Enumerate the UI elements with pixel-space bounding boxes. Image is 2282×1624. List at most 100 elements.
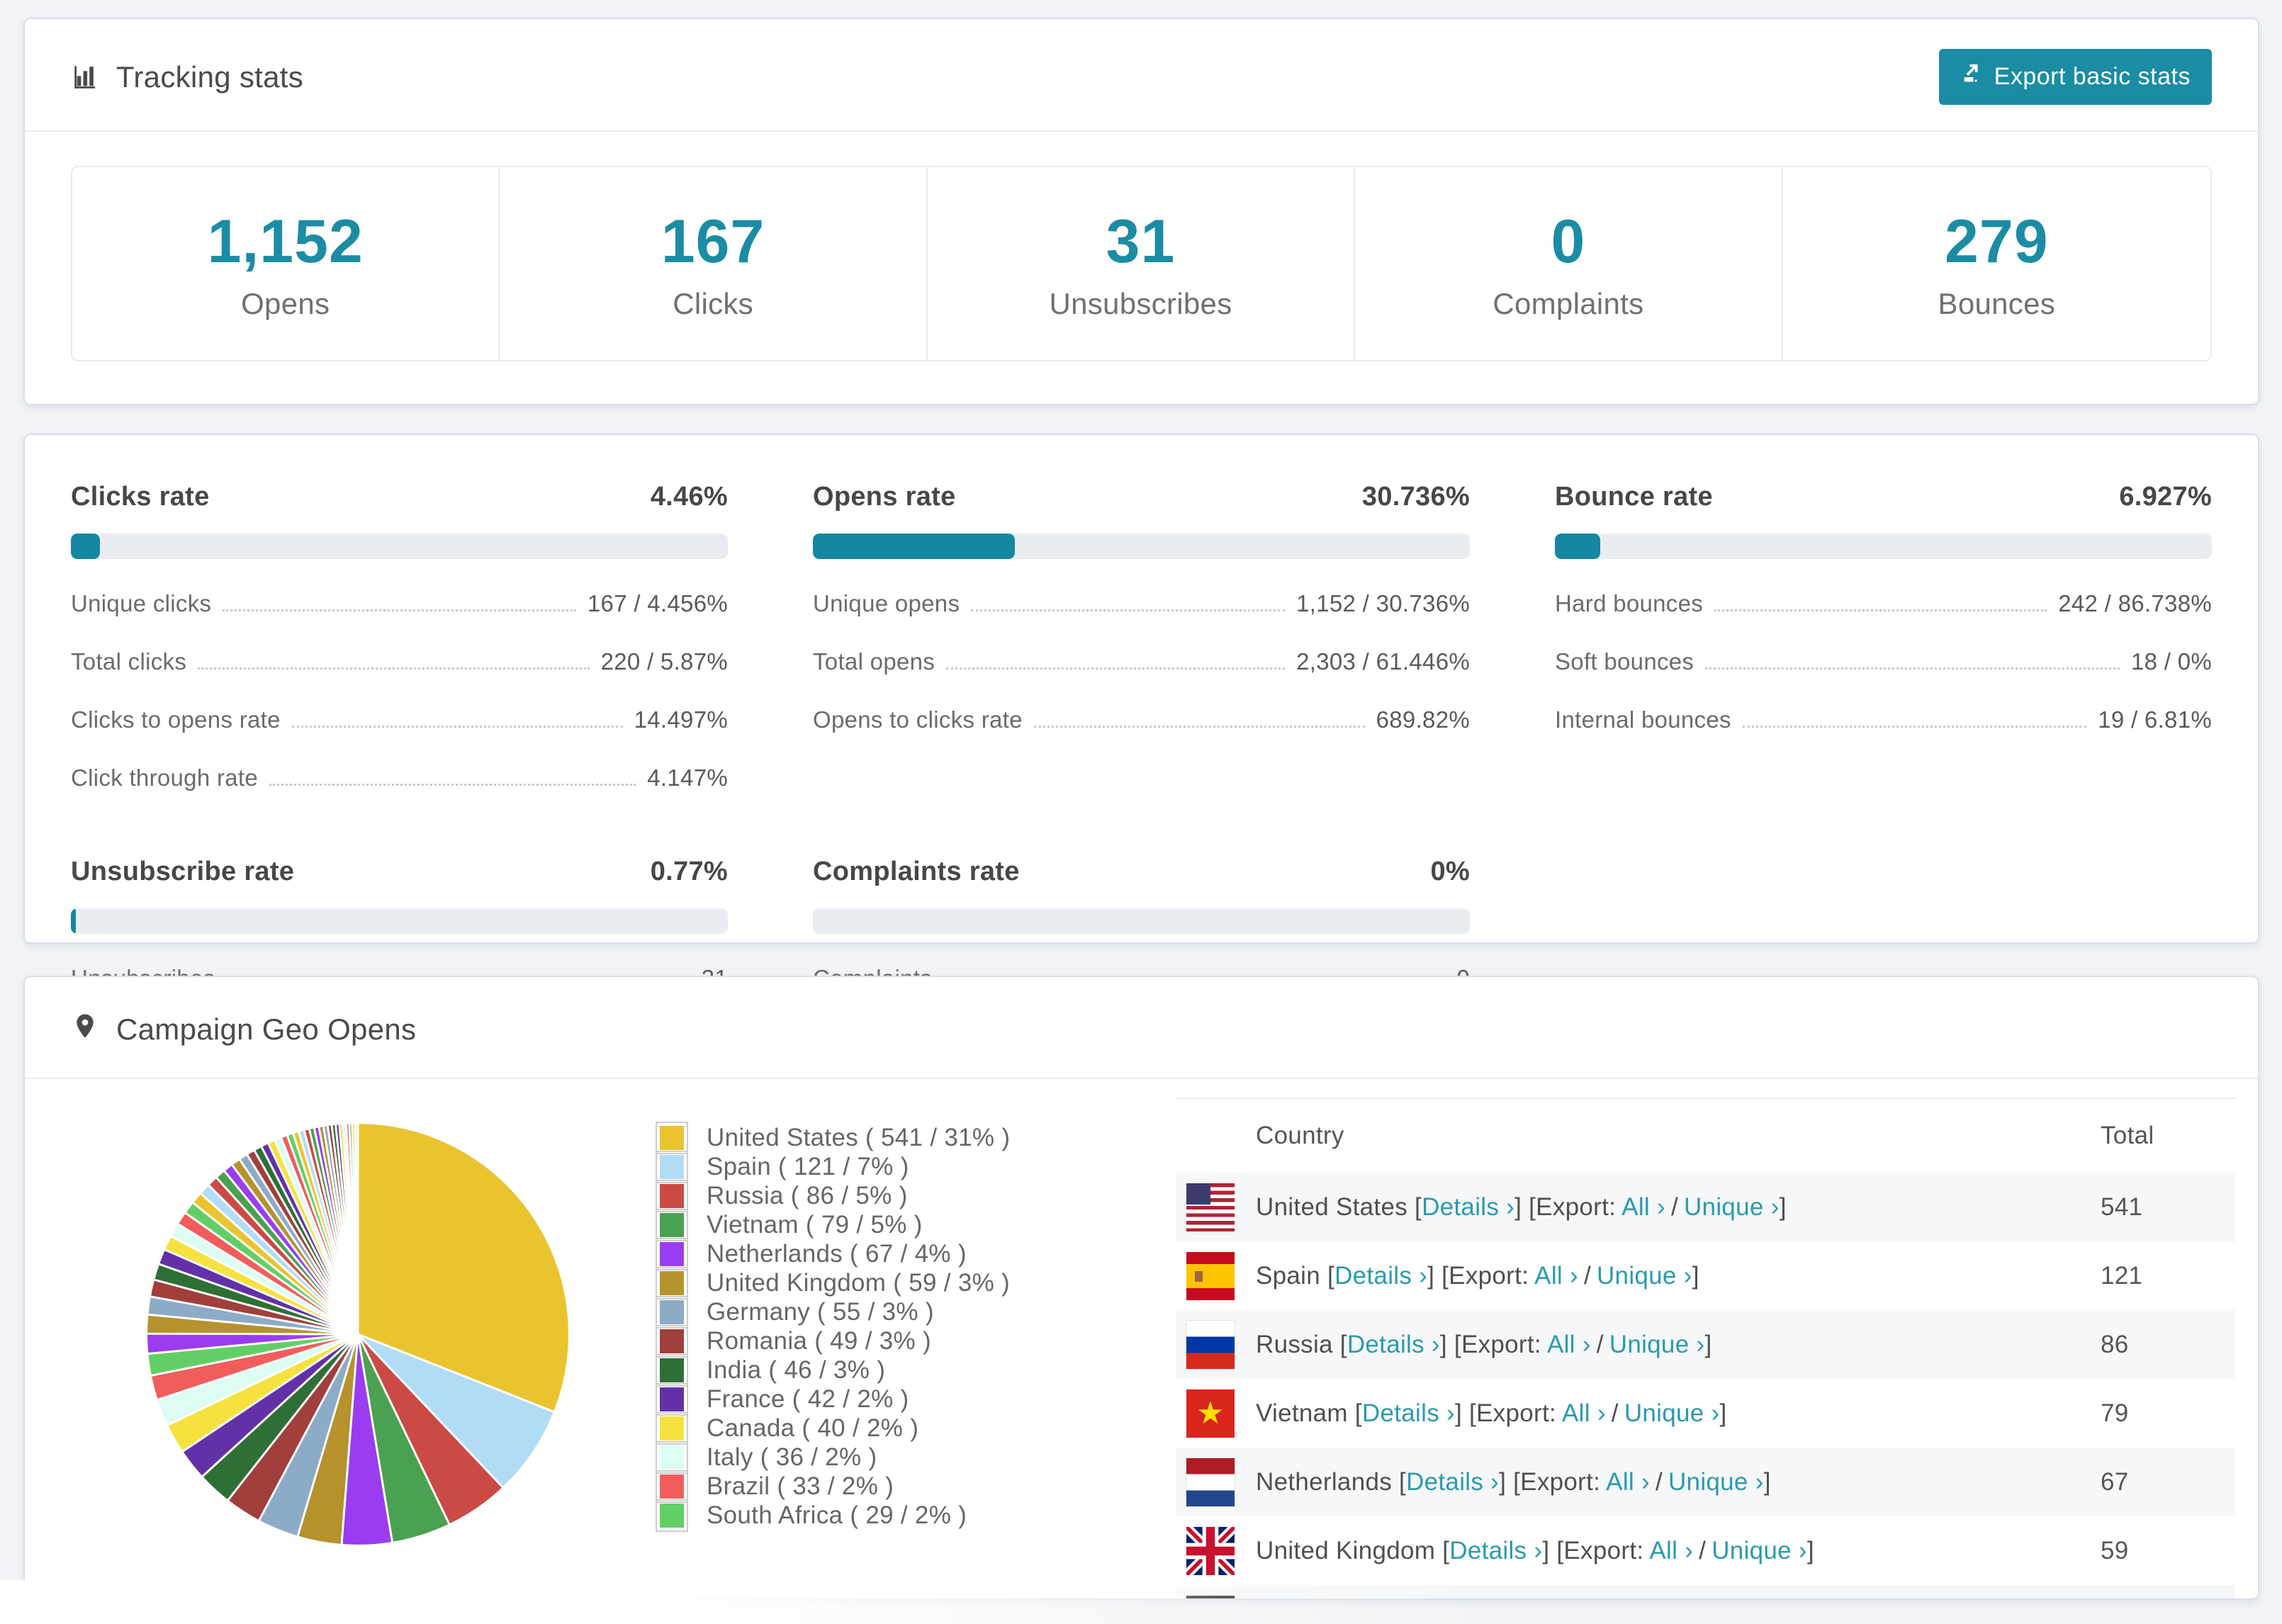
legend-swatch xyxy=(656,1440,688,1474)
dotted-leader xyxy=(1033,726,1365,728)
rate-title: Clicks rate xyxy=(71,482,210,512)
dotted-leader xyxy=(223,609,576,611)
table-row-united-states: United States [Details ›] [Export: All › / Un… xyxy=(1176,1173,2235,1241)
total-value: 67 xyxy=(2101,1467,2129,1496)
legend-label: Spain ( 121 / 7% ) xyxy=(707,1152,909,1180)
export-unique-link[interactable]: Unique › xyxy=(1624,1399,1720,1427)
export-all-link[interactable]: All › xyxy=(1606,1468,1650,1496)
details-link[interactable]: Details › xyxy=(1334,1262,1427,1290)
row-value: 167 / 4.456% xyxy=(587,590,728,616)
row-value: 18 / 0% xyxy=(2130,648,2212,675)
total-value: 541 xyxy=(2101,1192,2143,1221)
rate-row: Unique opens 1,152 / 30.736% xyxy=(813,590,1470,617)
export-all-link[interactable]: All › xyxy=(1562,1399,1606,1427)
legend-swatch xyxy=(656,1470,688,1503)
details-link[interactable]: Details › xyxy=(1362,1399,1455,1427)
rate-row: Clicks to opens rate 14.497% xyxy=(71,706,728,733)
legend-label: Italy ( 36 / 2% ) xyxy=(707,1443,877,1471)
stat-value: 1,152 xyxy=(207,207,364,276)
rates-card: Clicks rate 4.46% Unique clicks 167 / 4.4… xyxy=(23,434,2259,991)
legend-item: Romania ( 49 / 3% ) xyxy=(656,1324,1052,1358)
rate-row: Total clicks 220 / 5.87% xyxy=(71,648,728,675)
dotted-leader xyxy=(1742,726,2087,728)
export-unique-link[interactable]: Unique › xyxy=(1609,1331,1705,1358)
stat-complaints: 0 Complaints xyxy=(1355,167,1783,360)
opens-rate-progress-bar xyxy=(813,534,1470,559)
dotted-leader xyxy=(1705,667,2120,670)
total-value: 59 xyxy=(2101,1536,2129,1564)
export-basic-stats-button[interactable]: Export basic stats xyxy=(1938,49,2212,105)
legend-item: France ( 42 / 2% ) xyxy=(656,1382,1052,1416)
total-column-header: Total xyxy=(2101,1122,2154,1149)
geo-header: Campaign Geo Opens xyxy=(25,977,2258,1078)
legend-item: United States ( 541 / 31% ) xyxy=(656,1121,1052,1154)
export-unique-link[interactable]: Unique › xyxy=(1684,1193,1780,1221)
export-all-link[interactable]: All › xyxy=(1649,1537,1693,1564)
table-row-vietnam: Vietnam[Details ›][Export:All ›/Unique ›… xyxy=(1176,1379,2235,1448)
table-row-russia: Russia [Details ›] [Export: All › / Unique ›]… xyxy=(1176,1310,2235,1379)
legend-item: Italy ( 36 / 2% ) xyxy=(656,1440,1052,1474)
tracking-stats-header: Tracking stats Export basic stats xyxy=(25,19,2258,130)
rate-title: Complaints rate xyxy=(813,857,1020,886)
map-pin-icon xyxy=(71,1010,99,1049)
tracking-stats-card: Tracking stats Export basic stats 1,152 … xyxy=(23,18,2259,405)
bar-chart-icon xyxy=(71,62,101,92)
row-label: Clicks to opens rate xyxy=(71,706,281,733)
legend-item: India ( 46 / 3% ) xyxy=(656,1353,1052,1387)
geo-body: United States ( 541 / 31% ) Spain ( 121 … xyxy=(25,1079,2258,1598)
legend-label: South Africa ( 29 / 2% ) xyxy=(707,1501,967,1529)
legend-swatch xyxy=(656,1295,688,1329)
export-all-link[interactable]: All › xyxy=(1621,1193,1665,1221)
unsubscribe-rate-progress-bar xyxy=(71,908,728,934)
country-name: Vietnam xyxy=(1256,1399,1348,1427)
details-link[interactable]: Details › xyxy=(1422,1193,1514,1221)
row-label: Unique opens xyxy=(813,590,960,616)
pie-legend: United States ( 541 / 31% ) Spain ( 121 … xyxy=(656,1121,1052,1532)
progress-fill xyxy=(71,534,101,559)
stat-label: Complaints xyxy=(1493,286,1644,320)
legend-item: Netherlands ( 67 / 4% ) xyxy=(656,1237,1052,1270)
geo-opens-pie-chart xyxy=(145,1122,570,1547)
dotted-leader xyxy=(971,609,1286,611)
bounce-rate-panel: Bounce rate 6.927% Hard bounces 242 / 86.… xyxy=(1555,482,2212,791)
export-all-link[interactable]: All › xyxy=(1534,1262,1578,1290)
row-label: Hard bounces xyxy=(1555,590,1704,616)
export-unique-link[interactable]: Unique › xyxy=(1597,1262,1692,1290)
row-label: Total opens xyxy=(813,648,935,675)
details-link[interactable]: Details › xyxy=(1449,1537,1542,1564)
clicks-rate-progress-bar xyxy=(71,534,728,559)
stat-unsubscribes: 31 Unsubscribes xyxy=(928,167,1356,360)
export-unique-link[interactable]: Unique › xyxy=(1668,1468,1764,1496)
campaign-geo-opens-card: Campaign Geo Opens United States ( 541 /… xyxy=(23,976,2259,1600)
page-title: Tracking stats xyxy=(116,60,304,94)
rate-row: Unique clicks 167 / 4.456% xyxy=(71,590,728,617)
dotted-leader xyxy=(291,726,623,728)
spain-flag-icon xyxy=(1186,1251,1235,1300)
row-label: Internal bounces xyxy=(1555,706,1731,733)
legend-label: United States ( 541 / 31% ) xyxy=(707,1123,1011,1151)
rate-value: 0.77% xyxy=(650,857,728,886)
dotted-leader xyxy=(198,667,590,670)
export-all-link[interactable]: All › xyxy=(1547,1331,1591,1358)
stat-label: Bounces xyxy=(1938,286,2056,320)
details-link[interactable]: Details › xyxy=(1347,1331,1440,1358)
stat-value: 31 xyxy=(1106,207,1176,276)
country-name: Spain xyxy=(1256,1261,1321,1290)
row-value: 1,152 / 30.736% xyxy=(1296,590,1470,616)
country-name: Netherlands xyxy=(1256,1467,1393,1496)
dotted-leader xyxy=(269,784,636,786)
stat-label: Unsubscribes xyxy=(1049,286,1232,320)
progress-fill xyxy=(71,908,77,934)
legend-label: Vietnam ( 79 / 5% ) xyxy=(707,1210,923,1239)
row-value: 14.497% xyxy=(634,706,728,733)
table-row-united-kingdom: United Kingdom [Details ›] [Export: All › / U… xyxy=(1176,1516,2235,1585)
complaints-rate-panel: Complaints rate 0% Complaints0 xyxy=(813,857,1470,992)
legend-swatch xyxy=(656,1208,688,1241)
row-value: 220 / 5.87% xyxy=(600,648,728,675)
legend-label: Germany ( 55 / 3% ) xyxy=(707,1297,934,1326)
rate-row: Total opens 2,303 / 61.446% xyxy=(813,648,1470,675)
rates-grid-spacer xyxy=(1555,857,2212,992)
details-link[interactable]: Details › xyxy=(1406,1468,1499,1496)
export-unique-link[interactable]: Unique › xyxy=(1712,1537,1807,1564)
table-row-spain: Spain [Details ›] [Export: All › / Unique ›] … xyxy=(1176,1241,2235,1310)
